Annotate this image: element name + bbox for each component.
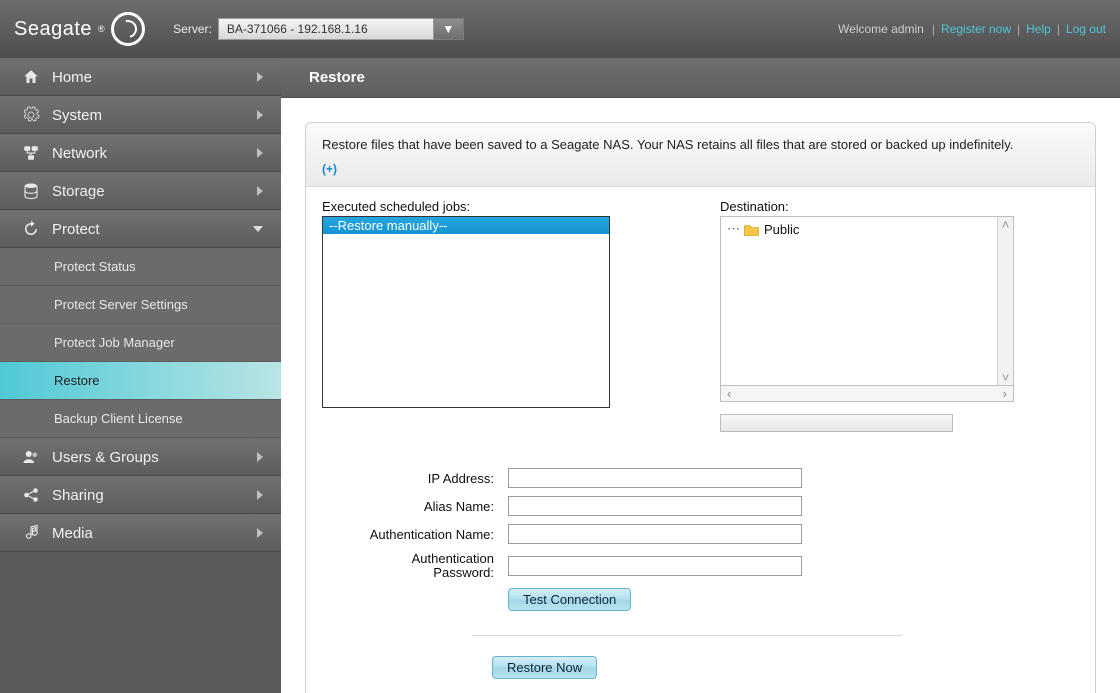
logout-link[interactable]: Log out — [1066, 22, 1106, 36]
sidebar-item-home[interactable]: Home — [0, 58, 281, 96]
sidebar-item-label: Users & Groups — [52, 449, 245, 466]
register-link[interactable]: Register now — [941, 22, 1011, 36]
sidebar-subitem-label: Protect Job Manager — [54, 335, 175, 350]
main-area: Restore Restore files that have been sav… — [281, 58, 1120, 693]
restore-now-button[interactable]: Restore Now — [492, 656, 597, 679]
sidebar-subitem-protect-status[interactable]: Protect Status — [0, 248, 281, 286]
auth-password-input[interactable] — [508, 556, 802, 576]
sidebar: Home System Network Storage — [0, 58, 281, 693]
tree-connector-icon: ⋯ — [727, 221, 740, 237]
chevron-right-icon — [257, 72, 263, 82]
brand-name: Seagate — [14, 18, 92, 41]
server-label: Server: — [173, 22, 212, 36]
network-icon — [22, 144, 40, 162]
ip-address-label: IP Address: — [322, 471, 500, 486]
tree-horizontal-scrollbar[interactable]: ‹ › — [720, 386, 1014, 402]
ip-address-input[interactable] — [508, 468, 802, 488]
sidebar-item-label: Home — [52, 69, 245, 86]
form-divider — [472, 635, 902, 636]
chevron-right-icon — [257, 452, 263, 462]
content-wrap: Restore files that have been saved to a … — [281, 98, 1120, 693]
header-bar: Seagate® Server: BA-371066 - 192.168.1.1… — [0, 0, 1120, 58]
page-title: Restore — [309, 69, 365, 86]
media-icon — [22, 524, 40, 542]
destination-tree[interactable]: ⋯ Public ˄ ˅ — [720, 216, 1014, 386]
tree-node-label: Public — [764, 222, 799, 237]
sidebar-subitem-protect-server-settings[interactable]: Protect Server Settings — [0, 286, 281, 324]
welcome-text: Welcome admin — [838, 22, 924, 36]
sidebar-item-sharing[interactable]: Sharing — [0, 476, 281, 514]
sidebar-item-storage[interactable]: Storage — [0, 172, 281, 210]
tree-node-public[interactable]: ⋯ Public — [727, 221, 991, 237]
top-links: Welcome admin | Register now | Help | Lo… — [838, 22, 1106, 36]
server-select[interactable]: BA-371066 - 192.168.1.16 ▼ — [218, 18, 464, 40]
users-icon — [22, 448, 40, 466]
alias-name-input[interactable] — [508, 496, 802, 516]
list-item-restore-manually[interactable]: --Restore manually-- — [323, 217, 609, 234]
storage-icon — [22, 182, 40, 200]
sidebar-item-label: Protect — [52, 221, 241, 238]
sidebar-item-media[interactable]: Media — [0, 514, 281, 552]
server-selector-block: Server: BA-371066 - 192.168.1.16 ▼ — [173, 18, 464, 40]
chevron-down-icon — [253, 226, 263, 232]
scheduled-jobs-listbox[interactable]: --Restore manually-- — [322, 216, 610, 408]
sidebar-item-label: System — [52, 107, 245, 124]
restore-panel: Restore files that have been saved to a … — [305, 122, 1096, 693]
destination-path-readout — [720, 414, 953, 432]
sidebar-item-users-groups[interactable]: Users & Groups — [0, 438, 281, 476]
sidebar-item-network[interactable]: Network — [0, 134, 281, 172]
chevron-down-icon[interactable]: ▼ — [434, 18, 464, 40]
scroll-right-icon[interactable]: › — [1003, 386, 1007, 401]
sidebar-item-system[interactable]: System — [0, 96, 281, 134]
chevron-right-icon — [257, 528, 263, 538]
sidebar-subitem-label: Backup Client License — [54, 411, 183, 426]
sidebar-subitem-protect-job-manager[interactable]: Protect Job Manager — [0, 324, 281, 362]
sidebar-subitem-label: Restore — [54, 373, 100, 388]
destination-label: Destination: — [720, 199, 1014, 214]
tree-vertical-scrollbar[interactable]: ˄ ˅ — [997, 217, 1013, 385]
alias-name-label: Alias Name: — [322, 499, 500, 514]
home-icon — [22, 68, 40, 86]
sidebar-subitem-backup-client-license[interactable]: Backup Client License — [0, 400, 281, 438]
auth-password-label: Authentication Password: — [322, 552, 500, 580]
jobs-label: Executed scheduled jobs: — [322, 199, 610, 214]
help-link[interactable]: Help — [1026, 22, 1051, 36]
scroll-left-icon[interactable]: ‹ — [727, 386, 731, 401]
sidebar-item-protect[interactable]: Protect — [0, 210, 281, 248]
chevron-right-icon — [257, 110, 263, 120]
sidebar-item-label: Network — [52, 145, 245, 162]
sidebar-subitem-label: Protect Server Settings — [54, 297, 188, 312]
sidebar-subitem-restore[interactable]: Restore — [0, 362, 281, 400]
expand-help-link[interactable]: (+) — [322, 162, 337, 176]
sidebar-subitem-label: Protect Status — [54, 259, 136, 274]
server-select-value: BA-371066 - 192.168.1.16 — [218, 18, 434, 40]
scroll-up-icon[interactable]: ˄ — [1002, 217, 1010, 232]
connection-form: IP Address: Alias Name: Authentication N… — [322, 468, 1079, 611]
test-connection-button[interactable]: Test Connection — [508, 588, 631, 611]
chevron-right-icon — [257, 148, 263, 158]
chevron-right-icon — [257, 490, 263, 500]
panel-header: Restore files that have been saved to a … — [306, 123, 1095, 187]
brand-spiral-icon — [111, 12, 145, 46]
panel-body: Executed scheduled jobs: --Restore manua… — [306, 187, 1095, 693]
gear-icon — [22, 106, 40, 124]
sidebar-item-label: Sharing — [52, 487, 245, 504]
scroll-down-icon[interactable]: ˅ — [1002, 370, 1010, 385]
folder-icon — [744, 223, 760, 236]
auth-name-label: Authentication Name: — [322, 527, 500, 542]
page-title-bar: Restore — [281, 58, 1120, 98]
sidebar-item-label: Storage — [52, 183, 245, 200]
share-icon — [22, 486, 40, 504]
auth-name-input[interactable] — [508, 524, 802, 544]
chevron-right-icon — [257, 186, 263, 196]
restore-icon — [22, 220, 40, 238]
brand-logo: Seagate® — [14, 12, 145, 46]
sidebar-item-label: Media — [52, 525, 245, 542]
panel-description: Restore files that have been saved to a … — [322, 137, 1079, 152]
